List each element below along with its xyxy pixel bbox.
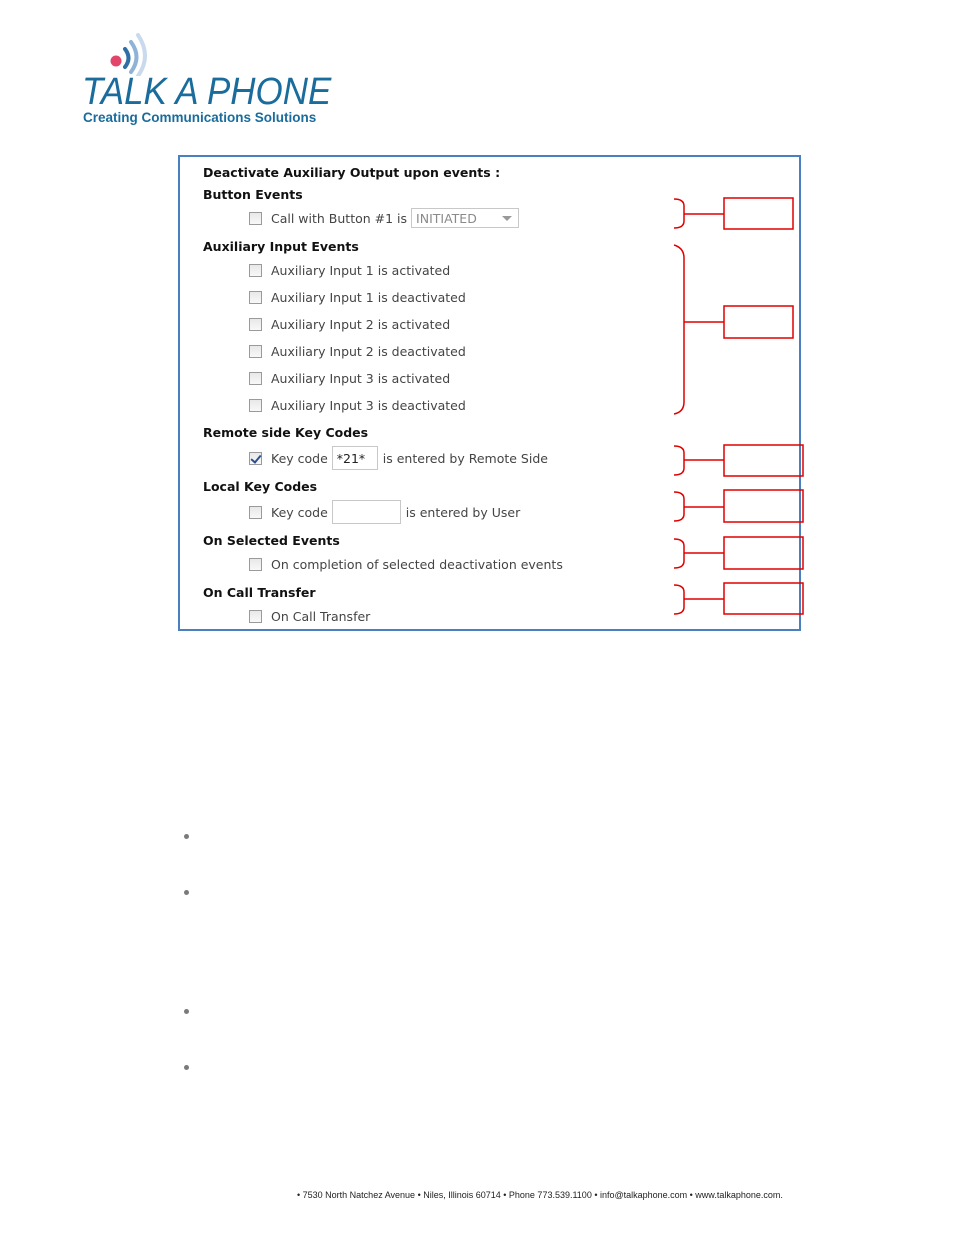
list-bullet [184, 890, 189, 895]
list-bullet [184, 834, 189, 839]
bracket-remote-key-codes [673, 445, 685, 476]
callout-box-remote-key-codes [723, 444, 804, 477]
callout-box-local-key-codes [723, 489, 804, 523]
callout-box-on-selected-events [723, 536, 804, 570]
footer-contact: • 7530 North Natchez Avenue • Niles, Ill… [297, 1190, 783, 1200]
bracket-on-selected-events [673, 538, 685, 569]
callout-box-aux-input-events [723, 305, 794, 339]
bracket-local-key-codes [673, 491, 685, 522]
list-bullet [184, 1065, 189, 1070]
callout-box-on-call-transfer [723, 582, 804, 615]
bracket-on-call-transfer [673, 584, 685, 615]
bracket-button-events [673, 198, 685, 229]
list-bullet [184, 1009, 189, 1014]
callout-box-button-events [723, 197, 794, 230]
bracket-aux-input-events [673, 244, 685, 415]
annotation-layer [673, 197, 804, 615]
